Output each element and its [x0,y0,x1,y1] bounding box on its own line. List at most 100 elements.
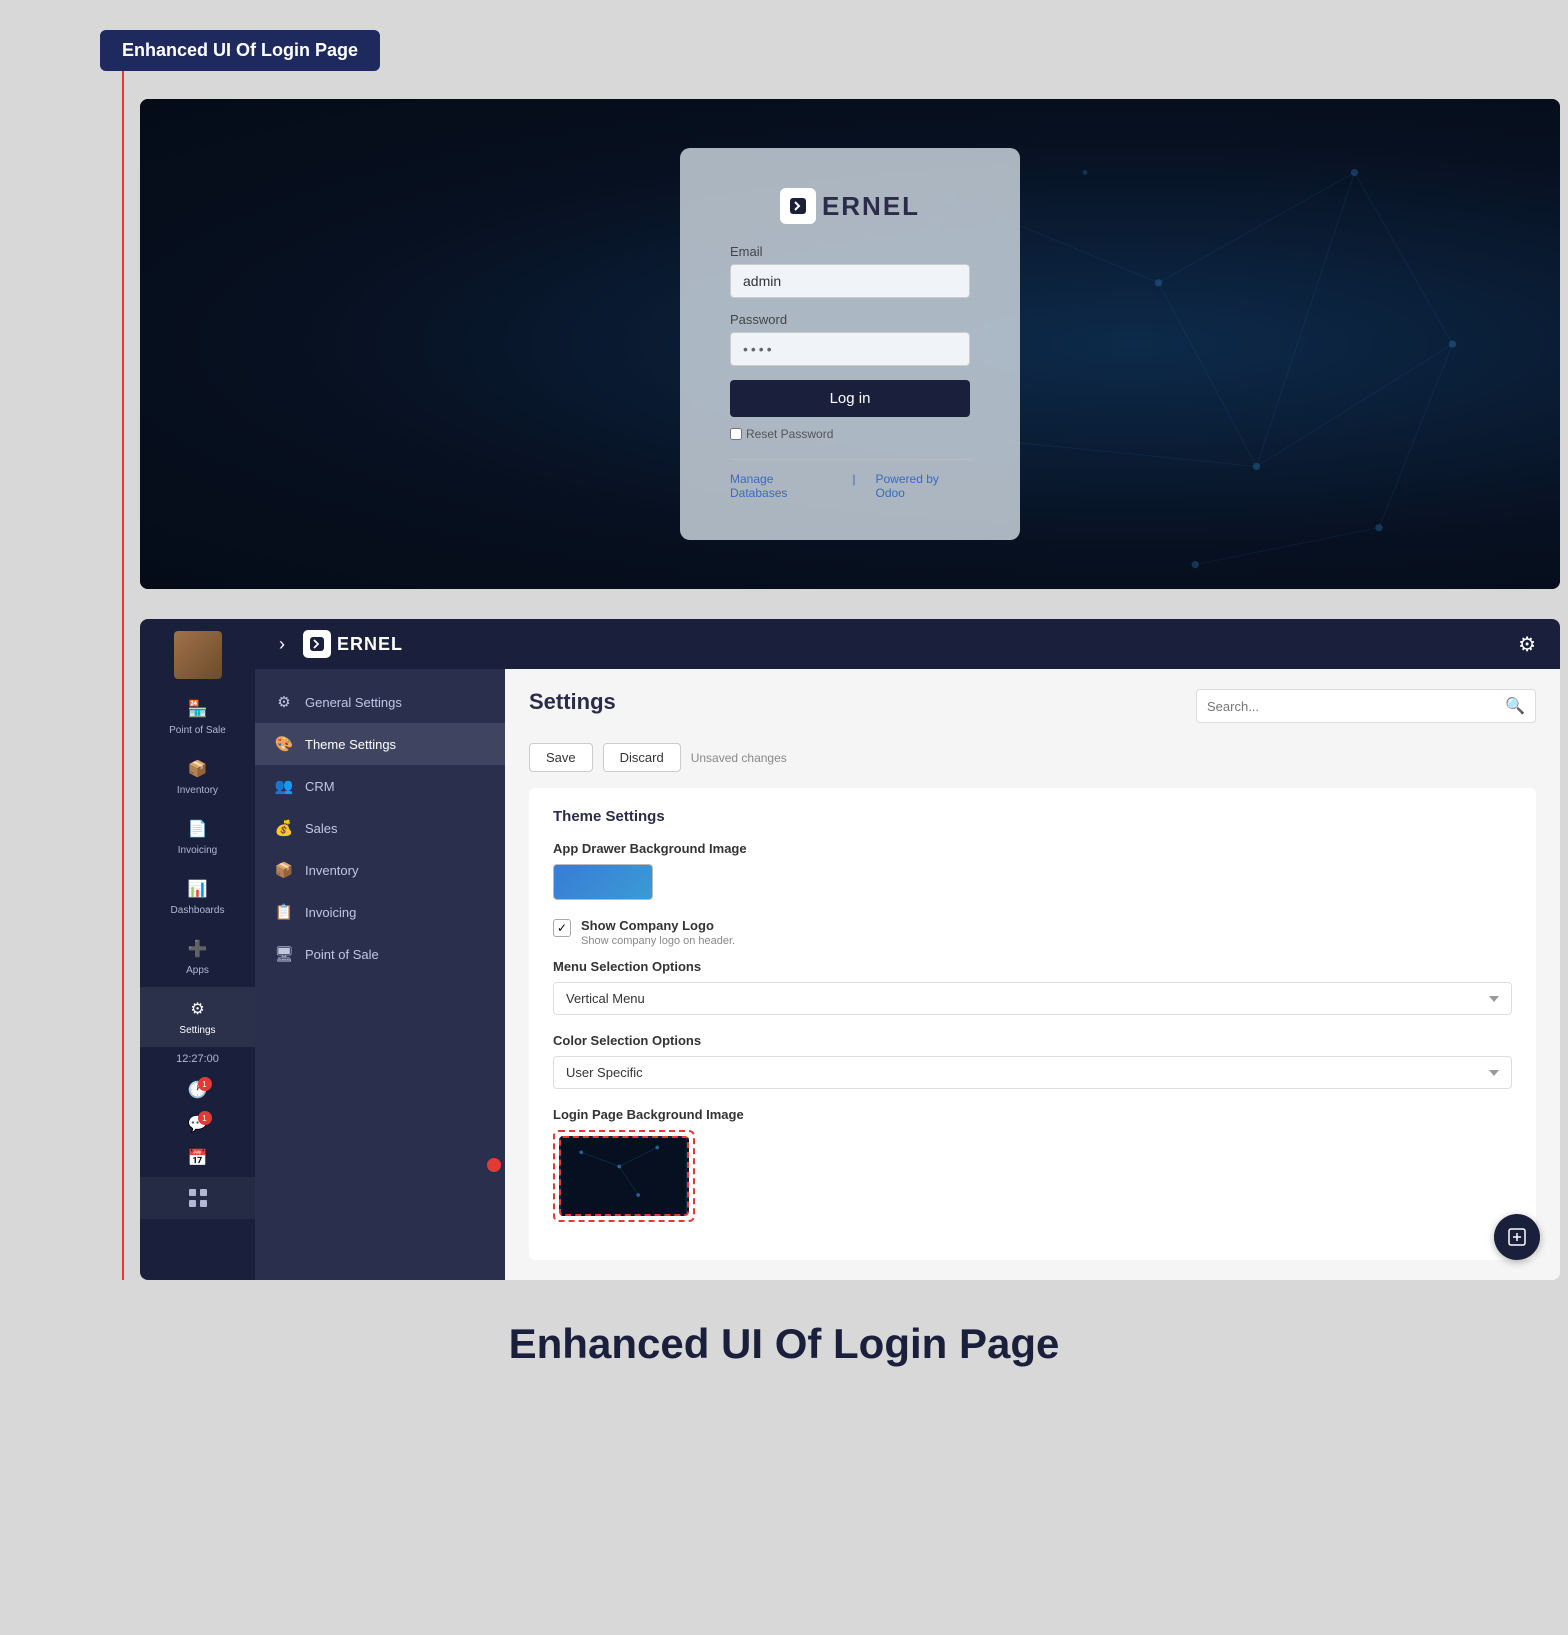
sidebar-item-dashboards-label: Dashboards [171,905,225,917]
sidebar-item-settings[interactable]: ⚙ Settings [140,987,255,1047]
theme-settings-icon: 🎨 [273,733,295,755]
menu-options-label: Menu Selection Options [553,959,1512,974]
save-button[interactable]: Save [529,743,593,772]
nav-inventory-icon: 📦 [273,859,295,881]
nav-theme-settings[interactable]: 🎨 Theme Settings [255,723,505,765]
powered-by-link[interactable]: Powered by Odoo [876,472,971,500]
dashboards-icon: 📊 [186,877,210,901]
color-options-select[interactable]: User Specific [553,1056,1512,1089]
search-input[interactable] [1207,699,1505,714]
show-logo-label: Show Company Logo [581,918,735,933]
sidebar-item-apps-label: Apps [186,965,209,977]
annotation-dot [487,1158,501,1172]
nav-sales[interactable]: 💰 Sales [255,807,505,849]
sidebar-item-apps[interactable]: ➕ Apps [140,927,255,987]
topbar-logo-icon [303,630,331,658]
menu-options-select[interactable]: Vertical Menu [553,982,1512,1015]
show-logo-row: ✓ Show Company Logo Show company logo on… [553,918,1512,947]
login-bg-row: Login Page Background Image [553,1107,1512,1222]
nav-sales-label: Sales [305,821,338,836]
nav-inventory[interactable]: 📦 Inventory [255,849,505,891]
login-logo: ERNEL [730,188,970,224]
settings-interface: 🏪 Point of Sale 📦 Inventory 📄 Invoicing … [140,619,1560,1280]
login-card: ERNEL Email Password Log in Reset Passwo… [680,148,1020,540]
unsaved-text: Unsaved changes [691,751,787,765]
color-options-row: Color Selection Options User Specific [553,1033,1512,1089]
avatar[interactable] [174,631,222,679]
section-title: Theme Settings [553,808,1512,825]
nav-inventory-label: Inventory [305,863,358,878]
apps-icon: ➕ [186,937,210,961]
toolbar: Save Discard Unsaved changes [529,743,1536,772]
email-input[interactable] [730,264,970,298]
login-logo-icon [780,188,816,224]
nav-point-of-sale[interactable]: 🖥 Point of Sale [255,933,505,975]
manage-db-link[interactable]: Manage Databases [730,472,832,500]
login-logo-text: ERNEL [822,191,920,222]
login-bg-label: Login Page Background Image [553,1107,1512,1122]
sidebar-item-settings-label: Settings [179,1025,215,1037]
pos-icon: 🏪 [186,697,210,721]
message-icon[interactable]: 💬 1 [180,1109,216,1139]
email-label: Email [730,244,970,259]
nav-crm-label: CRM [305,779,335,794]
invoicing-icon: 📄 [186,817,210,841]
settings-panel: Theme Settings App Drawer Background Ima… [529,788,1536,1260]
sidebar-item-inventory-label: Inventory [177,785,218,797]
left-nav: ⚙ General Settings 🎨 Theme Settings 👥 CR… [255,669,505,1280]
content-area: ⚙ General Settings 🎨 Theme Settings 👥 CR… [255,669,1560,1280]
login-bg-preview [559,1136,689,1216]
reset-password-row: Reset Password [730,427,970,441]
login-button[interactable]: Log in [730,380,970,417]
reset-checkbox[interactable] [730,428,742,440]
topbar-logo-text: ERNEL [337,634,403,655]
login-preview: ERNEL Email Password Log in Reset Passwo… [140,99,1560,589]
nav-general-settings[interactable]: ⚙ General Settings [255,681,505,723]
sidebar-time: 12:27:00 [170,1047,225,1071]
sidebar-item-inventory[interactable]: 📦 Inventory [140,747,255,807]
topbar-settings-icon[interactable]: ⚙ [1510,628,1544,661]
login-bg-wrapper[interactable] [553,1130,695,1222]
password-input[interactable] [730,332,970,366]
clock-badge: 1 [198,1077,212,1091]
sidebar-item-dashboards[interactable]: 📊 Dashboards [140,867,255,927]
color-swatch[interactable] [553,864,653,900]
settings-icon: ⚙ [186,997,210,1021]
sidebar-item-invoicing[interactable]: 📄 Invoicing [140,807,255,867]
search-box: 🔍 [1196,689,1536,723]
main-area: › ERNEL ⚙ [255,619,1560,1280]
page-title: Settings [529,689,616,715]
show-logo-sublabel: Show company logo on header. [581,935,735,947]
general-settings-icon: ⚙ [273,691,295,713]
nav-general-settings-label: General Settings [305,695,402,710]
discard-button[interactable]: Discard [603,743,681,772]
nav-invoicing-icon: 📋 [273,901,295,923]
nav-crm[interactable]: 👥 CRM [255,765,505,807]
top-annotation-label: Enhanced UI Of Login Page [100,30,380,71]
login-footer: Manage Databases | Powered by Odoo [730,459,970,500]
bg-image-row: App Drawer Background Image [553,841,1512,900]
nav-pos-icon: 🖥 [273,943,295,965]
bg-image-label: App Drawer Background Image [553,841,1512,856]
sales-icon: 💰 [273,817,295,839]
fab-button[interactable] [1494,1214,1540,1260]
sidebar-toggle[interactable]: › [271,630,293,659]
sidebar-actions: 🕐 1 💬 1 📅 [180,1071,216,1177]
apps-grid-button[interactable] [140,1177,255,1219]
calendar-icon[interactable]: 📅 [180,1143,216,1173]
sidebar-item-pos-label: Point of Sale [169,725,226,737]
nav-pos-label: Point of Sale [305,947,379,962]
sidebar-item-pos[interactable]: 🏪 Point of Sale [140,687,255,747]
show-logo-checkbox[interactable]: ✓ [553,919,571,937]
sidebar-item-invoicing-label: Invoicing [178,845,217,857]
search-icon: 🔍 [1505,696,1525,716]
crm-icon: 👥 [273,775,295,797]
right-content: Settings 🔍 Save Discard Unsaved changes [505,669,1560,1280]
color-options-label: Color Selection Options [553,1033,1512,1048]
nav-invoicing[interactable]: 📋 Invoicing [255,891,505,933]
nav-theme-settings-label: Theme Settings [305,737,396,752]
app-sidebar: 🏪 Point of Sale 📦 Inventory 📄 Invoicing … [140,619,255,1280]
bottom-title: Enhanced UI Of Login Page [509,1320,1060,1368]
inventory-icon: 📦 [186,757,210,781]
clock-icon[interactable]: 🕐 1 [180,1075,216,1105]
